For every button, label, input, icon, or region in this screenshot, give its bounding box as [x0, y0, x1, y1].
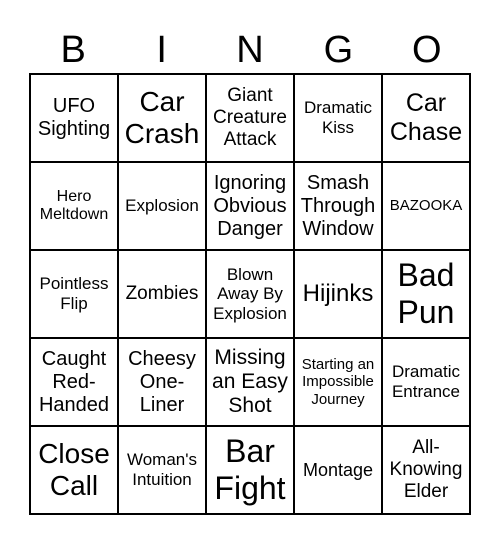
bingo-cell[interactable]: Cheesy One-Liner	[118, 338, 206, 426]
bingo-cell-text: Bad Pun	[397, 257, 455, 330]
bingo-cell[interactable]: Caught Red-Handed	[30, 338, 118, 426]
bingo-cell[interactable]: Zombies	[118, 250, 206, 338]
header-letter-i: I	[156, 29, 167, 71]
bingo-cell[interactable]: UFO Sighting	[30, 74, 118, 162]
bingo-cell[interactable]: Car Crash	[118, 74, 206, 162]
bingo-cell-text: Car Chase	[389, 89, 463, 146]
bingo-cell[interactable]: All-Knowing Elder	[382, 426, 470, 514]
bingo-cell-text: Pointless Flip	[39, 274, 109, 313]
bingo-cell[interactable]: Bad Pun	[382, 250, 470, 338]
bingo-cell[interactable]: Pointless Flip	[30, 250, 118, 338]
bingo-cell[interactable]: Bar Fight	[206, 426, 294, 514]
bingo-cell[interactable]: Giant Creature Attack	[206, 74, 294, 162]
bingo-cell[interactable]: Dramatic Kiss	[294, 74, 382, 162]
bingo-cell[interactable]: Starting an Impossible Journey	[294, 338, 382, 426]
bingo-cell-text: Montage	[302, 459, 374, 480]
bingo-grid: UFO Sighting Car Crash Giant Creature Atta…	[29, 73, 471, 515]
bingo-cell-text: Zombies	[125, 283, 199, 305]
bingo-cell[interactable]: Missing an Easy Shot	[206, 338, 294, 426]
header-letter-n: N	[236, 29, 264, 71]
bingo-cell-text: Giant Creature Attack	[213, 85, 287, 150]
bingo-cell-text: BAZOOKA	[389, 197, 463, 215]
bingo-cell[interactable]: Hero Meltdown	[30, 162, 118, 250]
bingo-cell-text: UFO Sighting	[37, 95, 111, 140]
bingo-cell[interactable]: Explosion	[118, 162, 206, 250]
bingo-cell-text: Car Crash	[124, 85, 200, 149]
bingo-cell-text: Bar Fight	[214, 433, 286, 506]
bingo-cell[interactable]: Ignoring Obvious Danger	[206, 162, 294, 250]
bingo-cell-text: Blown Away By Explosion	[213, 264, 287, 323]
bingo-cell-text: Explosion	[125, 196, 199, 216]
bingo-cell[interactable]: BAZOOKA	[382, 162, 470, 250]
bingo-header: B I N G O	[29, 28, 471, 72]
bingo-cell[interactable]: Dramatic Entrance	[382, 338, 470, 426]
bingo-cell-text: Woman's Intuition	[126, 450, 197, 489]
bingo-cell[interactable]: Car Chase	[382, 74, 470, 162]
bingo-cell[interactable]: Close Call	[30, 426, 118, 514]
bingo-cell-text: Cheesy One-Liner	[128, 347, 196, 416]
bingo-cell-text: Smash Through Window	[300, 171, 376, 240]
header-letter-g: G	[323, 29, 354, 71]
bingo-cell-text: All-Knowing Elder	[389, 437, 463, 502]
bingo-cell-text: Missing an Easy Shot	[212, 345, 288, 418]
header-letter-o: O	[412, 29, 442, 71]
bingo-cell[interactable]: Blown Away By Explosion	[206, 250, 294, 338]
bingo-cell-text: Hijinks	[302, 280, 374, 308]
header-letter-b: B	[60, 29, 86, 71]
bingo-cell-text: Dramatic Kiss	[303, 98, 372, 137]
bingo-cell-text: Ignoring Obvious Danger	[213, 171, 287, 240]
bingo-cell[interactable]: Montage	[294, 426, 382, 514]
bingo-cell[interactable]: Woman's Intuition	[118, 426, 206, 514]
bingo-cell-text: Starting an Impossible Journey	[301, 356, 375, 408]
bingo-cell-text: Dramatic Entrance	[391, 362, 461, 401]
bingo-cell-text: Hero Meltdown	[39, 187, 109, 223]
bingo-cell[interactable]: Hijinks	[294, 250, 382, 338]
bingo-cell-text: Close Call	[38, 437, 110, 501]
bingo-cell[interactable]: Smash Through Window	[294, 162, 382, 250]
bingo-cell-text: Caught Red-Handed	[38, 347, 110, 416]
